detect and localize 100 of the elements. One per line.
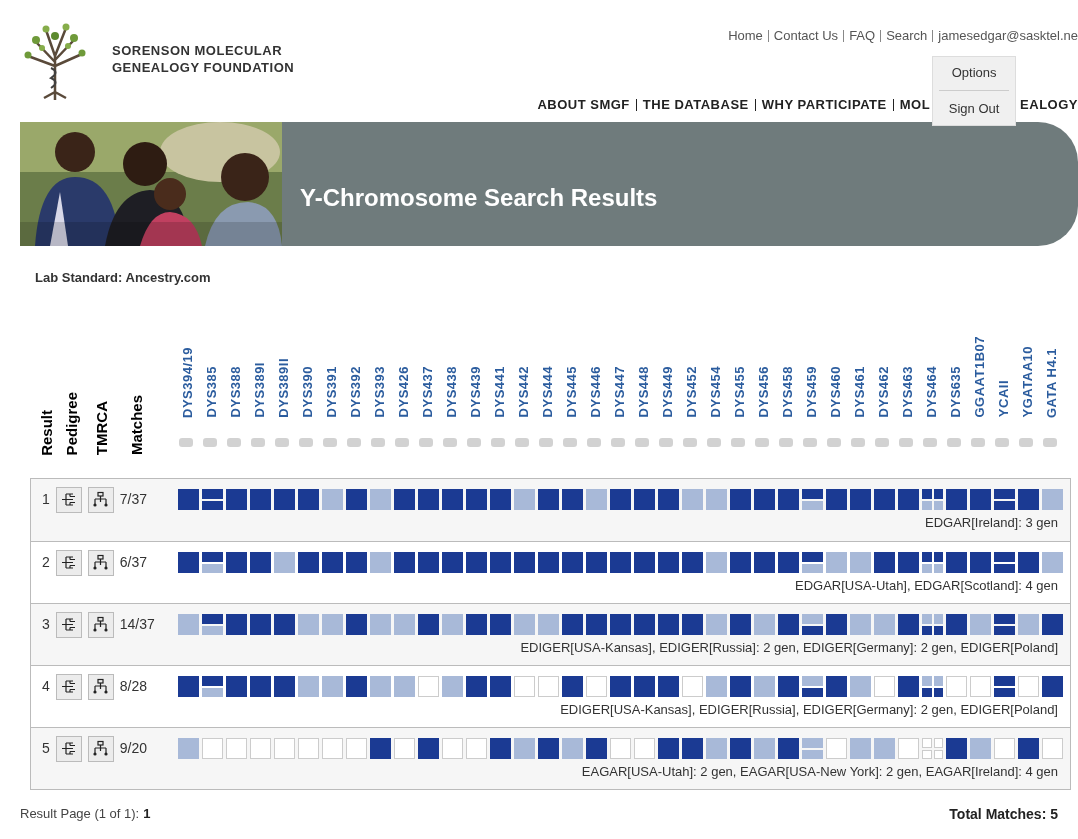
- marker-cell: [610, 738, 631, 759]
- marker-cell: [994, 489, 1015, 510]
- marker-cell: [322, 676, 343, 697]
- marker-cell: [682, 489, 703, 510]
- menu-item[interactable]: Options: [951, 58, 997, 87]
- surname-list: EDIGER[USA-Kansas], EDIGER[Russia]: 2 gen, EDIGER[Germany]: 2 gen, EDIGER[Poland]: [520, 637, 1058, 657]
- marker-name: DYS394/19: [178, 346, 196, 418]
- bracket-tree-icon: [60, 740, 78, 757]
- marker-cell: [466, 489, 487, 510]
- marker-cell: [826, 552, 847, 573]
- nav-link[interactable]: MOL: [899, 95, 931, 115]
- marker-cell: [538, 614, 559, 635]
- marker-cell: [274, 552, 295, 573]
- nav-link[interactable]: WHY PARTICIPATE: [761, 95, 887, 115]
- marker-cell: [874, 552, 895, 573]
- pedigree-button[interactable]: [55, 673, 82, 700]
- marker-name: DYS448: [634, 366, 652, 418]
- marker-cell: [634, 614, 655, 635]
- marker-cell: [418, 614, 439, 635]
- marker-cell: [202, 738, 223, 759]
- top-link[interactable]: jamesedgar@sasktel.ne: [938, 26, 1078, 46]
- marker-cell: [874, 676, 895, 697]
- marker-cell: [178, 676, 199, 697]
- top-link[interactable]: Contact Us: [773, 26, 839, 46]
- marker-name: DYS458: [778, 366, 796, 418]
- marker-cell: [706, 552, 727, 573]
- marker-cell: [466, 738, 487, 759]
- marker-cell: [754, 676, 775, 697]
- pedigree-button[interactable]: [55, 611, 82, 638]
- marker-cell: [370, 489, 391, 510]
- tmrca-button[interactable]: [87, 673, 114, 700]
- tmrca-button[interactable]: [87, 549, 114, 576]
- marker-name: GGAAT1B07: [970, 335, 988, 418]
- result-number: 3: [42, 615, 50, 634]
- marker-cell: [1018, 614, 1039, 635]
- marker-cell: [466, 676, 487, 697]
- marker-cell: [1042, 676, 1063, 697]
- marker-cell: [466, 552, 487, 573]
- marker-cell: [946, 738, 967, 759]
- marker-cell: [706, 489, 727, 510]
- marker-cell: [250, 614, 271, 635]
- marker-cell: [994, 676, 1015, 697]
- marker-cell: [538, 552, 559, 573]
- marker-cell: [538, 738, 559, 759]
- marker-name: DYS449: [658, 366, 676, 418]
- marker-name: DYS390: [298, 366, 316, 418]
- result-number: 2: [42, 553, 50, 572]
- tmrca-button[interactable]: [87, 486, 114, 513]
- marker-cell: [1042, 614, 1063, 635]
- surname-list: EDGAR[USA-Utah], EDGAR[Scotland]: 4 gen: [795, 575, 1058, 595]
- marker-name: DYS439: [466, 366, 484, 418]
- marker-cell: [610, 614, 631, 635]
- marker-cell: [898, 489, 919, 510]
- marker-cell: [730, 676, 751, 697]
- menu-item[interactable]: Sign Out: [948, 95, 1000, 123]
- top-link[interactable]: Home: [728, 26, 763, 46]
- nav-link[interactable]: EALOGY: [1020, 95, 1078, 115]
- marker-cell: [682, 738, 703, 759]
- marker-cell: [826, 489, 847, 510]
- marker-cell: [778, 614, 799, 635]
- result-page-label: Result Page (1 of 1):: [20, 805, 140, 824]
- match-count: 9/20: [119, 739, 148, 758]
- top-link[interactable]: Search: [886, 26, 928, 46]
- page-link[interactable]: 1: [143, 804, 151, 824]
- marker-cell: [226, 738, 247, 759]
- pedigree-button[interactable]: [55, 735, 82, 762]
- surname-list: EAGAR[USA-Utah]: 2 gen, EAGAR[USA-New York]: 2 gen, EAGAR[Ireland]: 4 gen: [581, 761, 1058, 781]
- marker-cell: [682, 552, 703, 573]
- marker-cell: [562, 738, 583, 759]
- marker-cell: [394, 738, 415, 759]
- marker-cell: [226, 489, 247, 510]
- marker-cell: [394, 489, 415, 510]
- marker-cell: [730, 552, 751, 573]
- pedigree-button[interactable]: [55, 549, 82, 576]
- organization-name: SORENSON MOLECULAR: [112, 42, 284, 59]
- marker-cell: [370, 552, 391, 573]
- match-count: 6/37: [119, 553, 148, 572]
- marker-cell: [922, 676, 943, 697]
- marker-cell: [322, 614, 343, 635]
- marker-cell: [730, 738, 751, 759]
- surname-list: EDGAR[Ireland]: 3 gen: [925, 513, 1058, 533]
- tmrca-button[interactable]: [87, 735, 114, 762]
- marker-cell: [754, 552, 775, 573]
- marker-name: DYS392: [346, 366, 364, 418]
- marker-cell: [274, 489, 295, 510]
- pedigree-button[interactable]: [55, 486, 82, 513]
- tmrca-button[interactable]: [87, 611, 114, 638]
- top-link[interactable]: FAQ: [849, 26, 876, 46]
- marker-cell: [370, 738, 391, 759]
- marker-name: DYS460: [826, 366, 844, 418]
- marker-cell: [418, 676, 439, 697]
- marker-cell: [754, 489, 775, 510]
- marker-cell: [610, 676, 631, 697]
- marker-cell: [586, 614, 607, 635]
- marker-cell: [490, 489, 511, 510]
- marker-name: DYS456: [754, 366, 772, 418]
- marker-cell: [562, 552, 583, 573]
- nav-link[interactable]: THE DATABASE: [642, 95, 749, 115]
- nav-link[interactable]: ABOUT SMGF: [537, 95, 630, 115]
- marker-name: DYS459: [802, 366, 820, 418]
